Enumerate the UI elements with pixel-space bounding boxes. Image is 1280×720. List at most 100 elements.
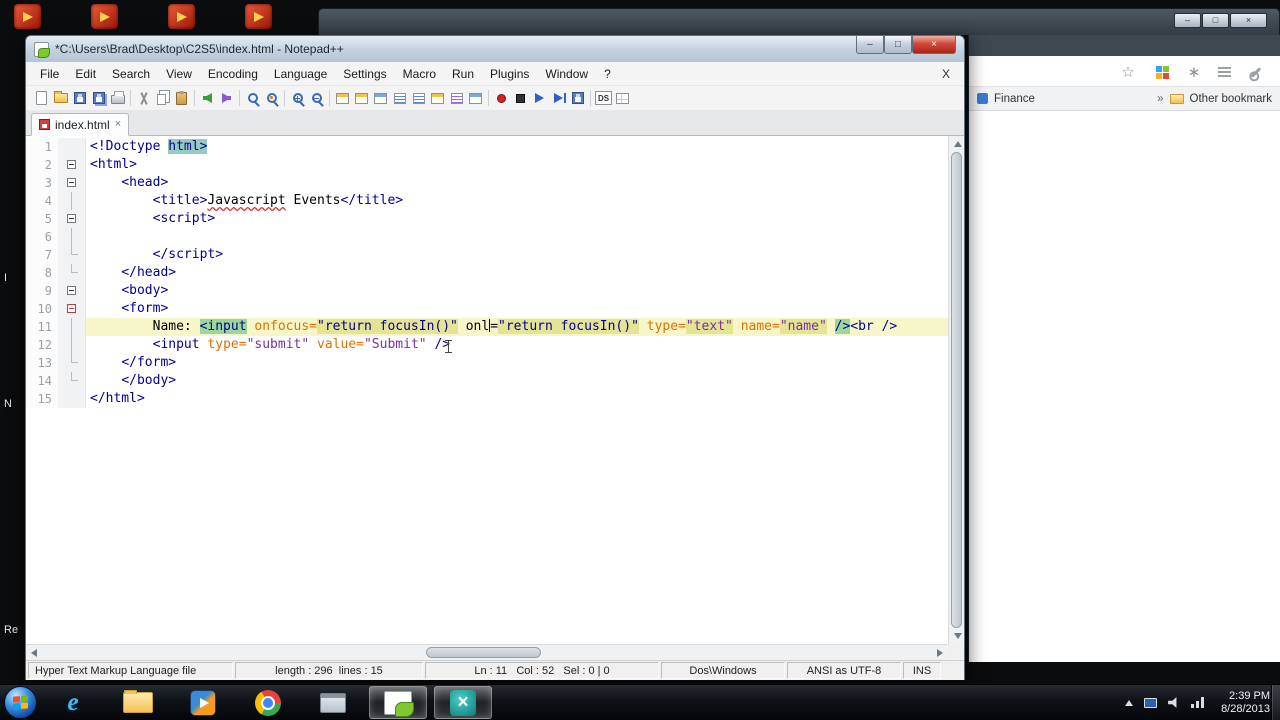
menu-macro[interactable]: Macro <box>395 64 444 84</box>
desktop-shortcut-icon[interactable] <box>14 4 41 29</box>
record-macro-icon[interactable] <box>492 89 511 108</box>
print-icon[interactable] <box>108 89 127 108</box>
volume-tray-icon[interactable] <box>1168 697 1177 708</box>
show-all-characters-icon[interactable] <box>390 89 409 108</box>
menu-help[interactable]: ? <box>596 64 619 84</box>
code-line-2[interactable]: 2 <html> <box>26 156 948 174</box>
stop-recording-icon[interactable] <box>511 89 530 108</box>
show-hidden-icons-chevron[interactable] <box>1125 699 1134 706</box>
menu-view[interactable]: View <box>158 64 200 84</box>
menu-search[interactable]: Search <box>104 64 158 84</box>
display-tray-icon[interactable] <box>1144 697 1158 708</box>
code-line-15[interactable]: 15 </html> <box>26 390 948 408</box>
fold-margin[interactable] <box>58 156 86 174</box>
menu-run[interactable]: Run <box>444 64 482 84</box>
wrench-icon[interactable] <box>1247 63 1265 81</box>
code-line-5[interactable]: 5 <script> <box>26 210 948 228</box>
code-line-8[interactable]: 8 </head> <box>26 264 948 282</box>
editor-area[interactable]: 1 <!Doctype html> 2 <html> 3 <head> 4 <title>… <box>26 136 948 644</box>
code-line-14[interactable]: 14 </body> <box>26 372 948 390</box>
doc-switcher-icon[interactable] <box>613 89 632 108</box>
indent-guide-icon[interactable] <box>409 89 428 108</box>
fold-margin[interactable] <box>58 300 86 318</box>
undo-icon[interactable] <box>198 89 217 108</box>
taskbar-clock[interactable]: 2:39 PM 8/28/2013 <box>1221 690 1270 716</box>
find-icon[interactable] <box>243 89 262 108</box>
taskbar-camtasia-recorder[interactable]: × <box>434 686 492 719</box>
word-wrap-icon[interactable] <box>371 89 390 108</box>
browser-close-button[interactable]: × <box>1230 13 1267 28</box>
new-file-icon[interactable] <box>32 89 51 108</box>
code-line-1[interactable]: 1 <!Doctype html> <box>26 138 948 156</box>
menu-hamburger-icon[interactable] <box>1215 63 1233 81</box>
browser-maximize-button[interactable]: □ <box>1202 13 1229 28</box>
fold-margin[interactable] <box>58 282 86 300</box>
code-line-13[interactable]: 13 </form> <box>26 354 948 372</box>
taskbar-media-player[interactable] <box>174 686 232 719</box>
close-button[interactable]: × <box>912 36 956 54</box>
desktop-shortcut-icon[interactable] <box>91 4 118 29</box>
horizontal-scroll-thumb[interactable] <box>426 647 541 658</box>
menu-plugins[interactable]: Plugins <box>482 64 537 84</box>
menu-language[interactable]: Language <box>266 64 335 84</box>
vertical-scroll-thumb[interactable] <box>951 152 962 628</box>
menubar-close-button[interactable]: X <box>934 65 958 83</box>
bookmark-star-icon[interactable]: ☆ <box>1119 63 1137 81</box>
bookmarks-overflow-chevron[interactable]: » <box>1157 93 1163 105</box>
scroll-up-arrow[interactable] <box>954 141 962 147</box>
fold-margin[interactable] <box>58 174 86 192</box>
desktop-shortcut-icon[interactable] <box>168 4 195 29</box>
menu-file[interactable]: File <box>32 64 67 84</box>
code-line-6[interactable]: 6 <box>26 228 948 246</box>
dspellcheck-icon[interactable]: DS <box>594 89 613 108</box>
redo-icon[interactable] <box>217 89 236 108</box>
show-desktop-button[interactable] <box>1271 685 1280 720</box>
taskbar-remote-desktop[interactable] <box>304 686 362 719</box>
code-line-12[interactable]: 12 <input type="submit" value="Submit" /… <box>26 336 948 354</box>
other-bookmarks[interactable]: Other bookmark <box>1190 93 1272 105</box>
copy-icon[interactable] <box>153 89 172 108</box>
replace-icon[interactable] <box>262 89 281 108</box>
menu-encoding[interactable]: Encoding <box>200 64 266 84</box>
function-list-icon[interactable] <box>447 89 466 108</box>
maximize-button[interactable]: □ <box>884 36 912 54</box>
code-line-10[interactable]: 10 <form> <box>26 300 948 318</box>
save-macro-icon[interactable] <box>568 89 587 108</box>
bookmark-finance[interactable]: Finance <box>994 93 1035 105</box>
scroll-down-arrow[interactable] <box>954 633 962 639</box>
folder-as-workspace-icon[interactable] <box>466 89 485 108</box>
menu-settings[interactable]: Settings <box>335 64 394 84</box>
zoom-in-icon[interactable] <box>288 89 307 108</box>
start-button[interactable] <box>4 686 37 719</box>
browser-minimize-button[interactable]: – <box>1174 13 1201 28</box>
network-tray-icon[interactable] <box>1191 697 1205 708</box>
taskbar-notepad-plus-plus[interactable] <box>369 686 427 719</box>
paste-icon[interactable] <box>172 89 191 108</box>
code-line-4[interactable]: 4 <title>Javascript Events</title> <box>26 192 948 210</box>
menu-edit[interactable]: Edit <box>67 64 104 84</box>
code-line-11[interactable]: 11 Name: <input onfocus="return focusIn(… <box>26 318 948 336</box>
vertical-scrollbar[interactable] <box>948 136 964 644</box>
taskbar-chrome[interactable] <box>239 686 297 719</box>
title-bar[interactable]: *C:\Users\Brad\Desktop\C2S5\index.html -… <box>26 36 964 62</box>
tab-close-icon[interactable]: × <box>115 119 121 130</box>
code-line-3[interactable]: 3 <head> <box>26 174 948 192</box>
code-line-9[interactable]: 9 <body> <box>26 282 948 300</box>
snowflake-extension-icon[interactable]: ∗ <box>1185 63 1203 81</box>
zoom-out-icon[interactable] <box>307 89 326 108</box>
sync-scroll-vertical-icon[interactable] <box>333 89 352 108</box>
save-icon[interactable] <box>70 89 89 108</box>
fold-margin[interactable] <box>58 210 86 228</box>
menu-window[interactable]: Window <box>537 64 596 84</box>
save-all-icon[interactable] <box>89 89 108 108</box>
playback-macro-icon[interactable] <box>530 89 549 108</box>
cut-icon[interactable] <box>134 89 153 108</box>
scroll-left-arrow[interactable] <box>31 649 37 657</box>
taskbar-internet-explorer[interactable]: e <box>44 686 102 719</box>
sync-scroll-horizontal-icon[interactable] <box>352 89 371 108</box>
horizontal-scrollbar[interactable] <box>26 644 948 660</box>
desktop-shortcut-icon[interactable] <box>245 4 272 29</box>
open-file-icon[interactable] <box>51 89 70 108</box>
tab-index-html[interactable]: index.html × <box>31 113 130 136</box>
code-line-7[interactable]: 7 </script> <box>26 246 948 264</box>
